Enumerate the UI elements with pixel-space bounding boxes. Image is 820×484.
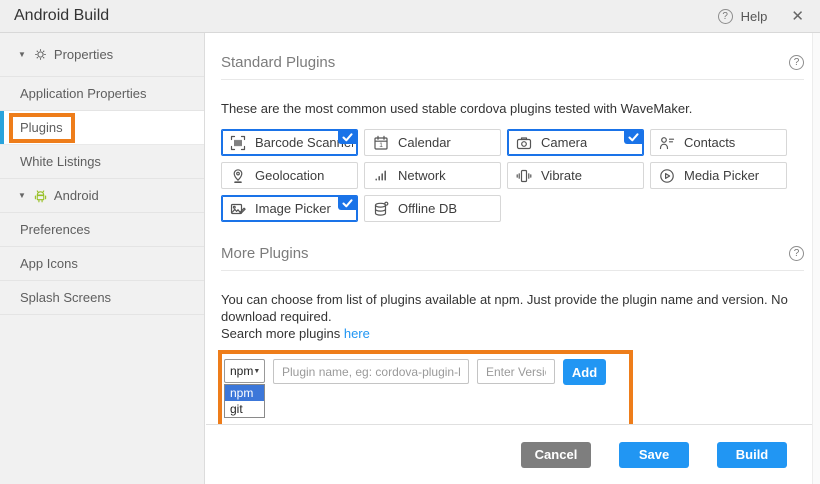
help-link[interactable]: Help bbox=[741, 9, 768, 24]
barcode-scanner-icon bbox=[230, 135, 246, 151]
sidebar-item-label: Plugins bbox=[20, 120, 63, 135]
plugin-tile-label: Contacts bbox=[684, 135, 735, 150]
plugin-source-select[interactable]: npm ▼ bbox=[224, 359, 265, 383]
sidebar-item-label: App Icons bbox=[20, 256, 78, 271]
sidebar-item-label: White Listings bbox=[20, 154, 101, 169]
sidebar: ▼ Properties Application Properties Plugins… bbox=[0, 33, 205, 484]
plugin-tile-network[interactable]: Network bbox=[364, 162, 501, 189]
offline-db-icon bbox=[373, 201, 389, 217]
add-plugin-annotation-box: npm ▼ npmgit Add bbox=[218, 350, 633, 430]
plugin-grid: Barcode Scanner 1 Calendar Camera Contacts Ge… bbox=[221, 129, 787, 222]
plugin-tile-media-picker[interactable]: Media Picker bbox=[650, 162, 787, 189]
sidebar-item-plugins[interactable]: Plugins bbox=[0, 111, 204, 145]
standard-plugins-description: These are the most common used stable co… bbox=[221, 100, 804, 117]
plugin-tile-image-picker[interactable]: Image Picker bbox=[221, 195, 358, 222]
plugin-tile-label: Camera bbox=[541, 135, 587, 150]
gear-icon bbox=[34, 48, 47, 61]
checked-badge-icon bbox=[624, 130, 643, 144]
more-plugins-title: More Plugins bbox=[221, 245, 309, 262]
sidebar-item-white-listings[interactable]: White Listings bbox=[0, 145, 204, 179]
geolocation-icon bbox=[230, 168, 246, 184]
plugin-tile-camera[interactable]: Camera bbox=[507, 129, 644, 156]
plugin-tile-label: Geolocation bbox=[255, 168, 324, 183]
sidebar-item-label: Properties bbox=[54, 47, 113, 62]
add-plugin-button[interactable]: Add bbox=[563, 359, 606, 385]
plugin-source-options: npmgit bbox=[224, 384, 265, 418]
image-picker-icon bbox=[230, 201, 246, 217]
sidebar-item-android[interactable]: ▼ Android bbox=[0, 179, 204, 213]
divider bbox=[221, 79, 804, 80]
camera-icon bbox=[516, 135, 532, 151]
scrollbar[interactable] bbox=[812, 33, 820, 484]
svg-text:1: 1 bbox=[379, 142, 383, 149]
android-icon bbox=[34, 189, 47, 203]
sidebar-item-application-properties[interactable]: Application Properties bbox=[0, 77, 204, 111]
close-icon[interactable]: ✕ bbox=[791, 7, 804, 25]
plugin-version-input[interactable] bbox=[477, 359, 555, 384]
more-plugins-description: You can choose from list of plugins avai… bbox=[221, 291, 804, 342]
build-button[interactable]: Build bbox=[717, 442, 787, 468]
divider bbox=[221, 270, 804, 271]
dialog-title: Android Build bbox=[14, 7, 109, 25]
main-content: Standard Plugins ? These are the most co… bbox=[206, 33, 812, 484]
calendar-icon: 1 bbox=[373, 135, 389, 151]
plugin-tile-geolocation[interactable]: Geolocation bbox=[221, 162, 358, 189]
plugin-tile-vibrate[interactable]: Vibrate bbox=[507, 162, 644, 189]
cancel-button[interactable]: Cancel bbox=[521, 442, 591, 468]
footer: Cancel Save Build bbox=[206, 424, 812, 484]
more-plugins-help-icon[interactable]: ? bbox=[789, 246, 804, 261]
plugin-tile-calendar[interactable]: 1 Calendar bbox=[364, 129, 501, 156]
checked-badge-icon bbox=[338, 130, 357, 144]
help-icon[interactable]: ? bbox=[718, 9, 733, 24]
sidebar-item-properties[interactable]: ▼ Properties bbox=[0, 33, 204, 77]
plugin-tile-label: Media Picker bbox=[684, 168, 759, 183]
chevron-down-icon: ▼ bbox=[253, 368, 260, 375]
plugin-tile-label: Offline DB bbox=[398, 201, 457, 216]
chevron-down-icon: ▼ bbox=[18, 191, 26, 200]
plugin-tile-label: Network bbox=[398, 168, 446, 183]
plugin-tile-label: Vibrate bbox=[541, 168, 582, 183]
plugin-tile-offline-db[interactable]: Offline DB bbox=[364, 195, 501, 222]
search-plugins-link[interactable]: here bbox=[344, 326, 370, 341]
plugin-tile-barcode-scanner[interactable]: Barcode Scanner bbox=[221, 129, 358, 156]
plugin-tile-contacts[interactable]: Contacts bbox=[650, 129, 787, 156]
plugin-tile-label: Image Picker bbox=[255, 201, 331, 216]
plugin-name-input[interactable] bbox=[273, 359, 469, 384]
chevron-down-icon: ▼ bbox=[18, 50, 26, 59]
media-picker-icon bbox=[659, 168, 675, 184]
sidebar-item-label: Application Properties bbox=[20, 86, 146, 101]
contacts-icon bbox=[659, 135, 675, 151]
standard-plugins-title: Standard Plugins bbox=[221, 54, 335, 71]
save-button[interactable]: Save bbox=[619, 442, 689, 468]
source-option-npm[interactable]: npm bbox=[225, 385, 264, 401]
sidebar-item-splash-screens[interactable]: Splash Screens bbox=[0, 281, 204, 315]
dialog-header: Android Build ? Help ✕ bbox=[0, 0, 820, 33]
sidebar-item-label: Splash Screens bbox=[20, 290, 111, 305]
vibrate-icon bbox=[516, 168, 532, 184]
sidebar-item-label: Preferences bbox=[20, 222, 90, 237]
plugin-tile-label: Calendar bbox=[398, 135, 451, 150]
sidebar-item-app-icons[interactable]: App Icons bbox=[0, 247, 204, 281]
network-icon bbox=[373, 168, 389, 184]
standard-plugins-help-icon[interactable]: ? bbox=[789, 55, 804, 70]
sidebar-item-label: Android bbox=[54, 188, 99, 203]
source-option-git[interactable]: git bbox=[225, 401, 264, 417]
sidebar-item-preferences[interactable]: Preferences bbox=[0, 213, 204, 247]
checked-badge-icon bbox=[338, 196, 357, 210]
